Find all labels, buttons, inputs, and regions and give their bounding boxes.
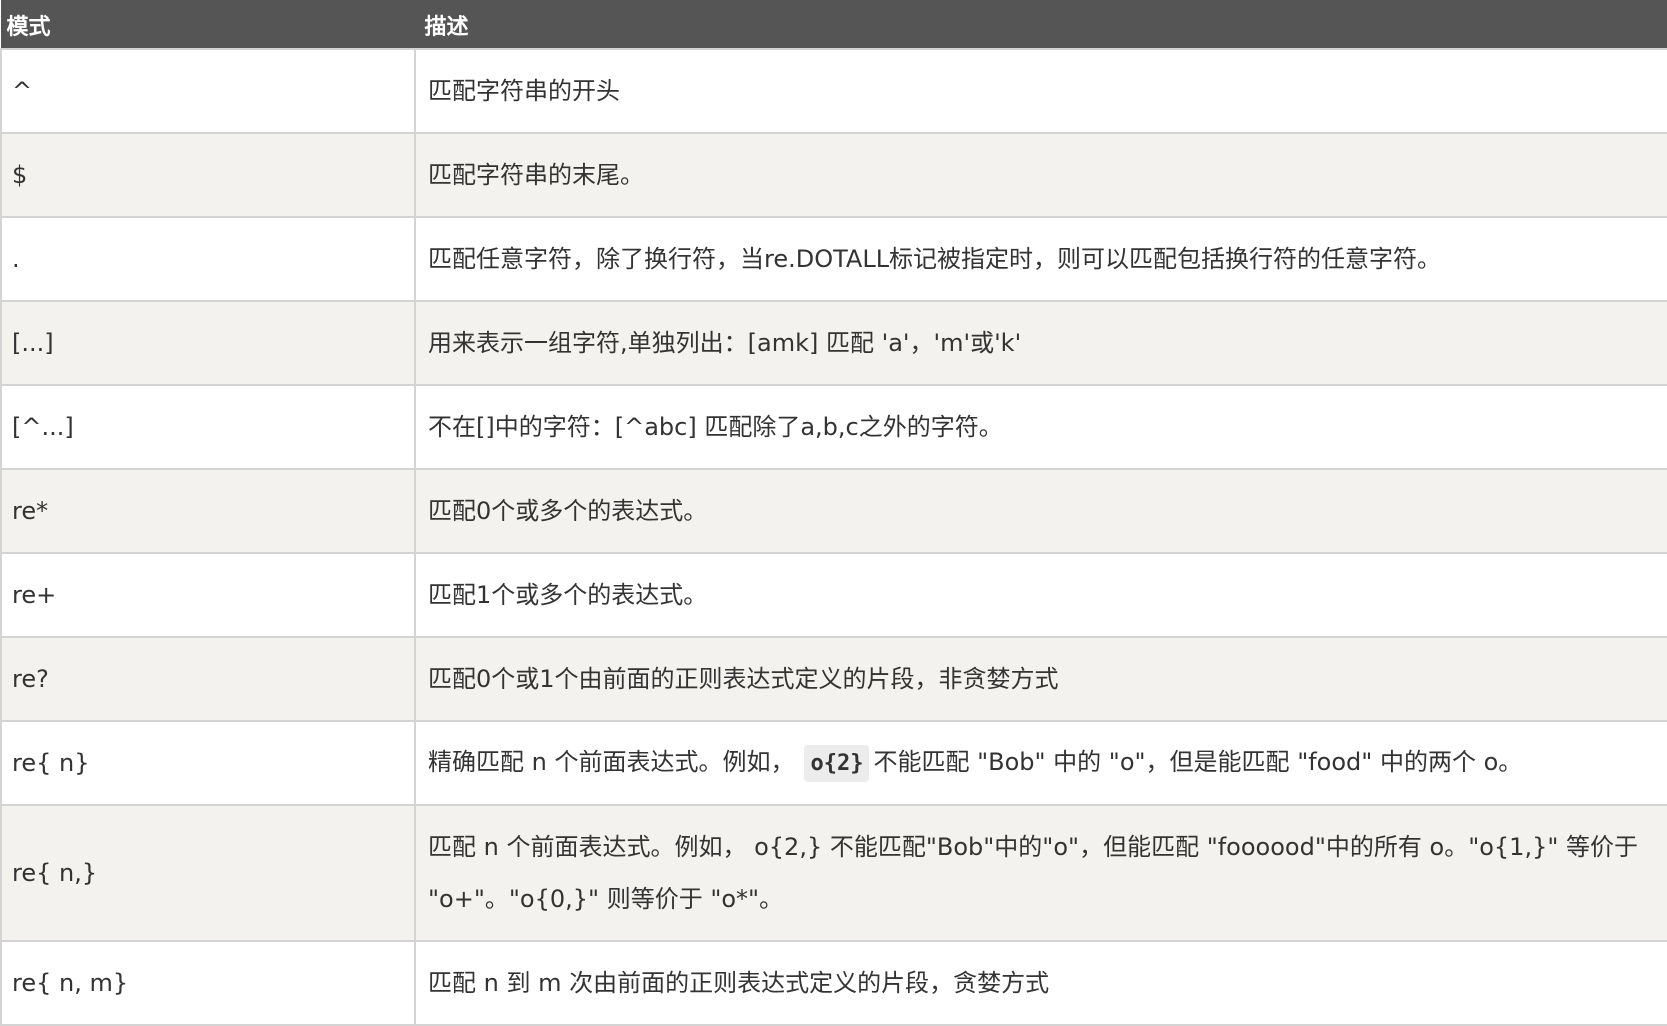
table-row: [^...] 不在[]中的字符：[^abc] 匹配除了a,b,c之外的字符。 bbox=[0, 384, 1667, 470]
pattern-cell: ^ bbox=[0, 48, 416, 134]
pattern-cell: re{ n, m} bbox=[0, 940, 416, 1026]
table-row: $ 匹配字符串的末尾。 bbox=[0, 132, 1667, 218]
table-row: re{ n} 精确匹配 n 个前面表达式。例如， o{2} 不能匹配 "Bob" 中… bbox=[0, 720, 1667, 806]
description-cell: 匹配 n 个前面表达式。例如， o{2,} 不能匹配"Bob"中的"o"，但能匹… bbox=[414, 804, 1667, 942]
table-row: re{ n,} 匹配 n 个前面表达式。例如， o{2,} 不能匹配"Bob"中… bbox=[0, 804, 1667, 942]
description-cell: 匹配 n 到 m 次由前面的正则表达式定义的片段，贪婪方式 bbox=[414, 940, 1667, 1026]
pattern-cell: re? bbox=[0, 636, 416, 722]
description-cell: 不在[]中的字符：[^abc] 匹配除了a,b,c之外的字符。 bbox=[414, 384, 1667, 470]
pattern-cell: re{ n,} bbox=[0, 804, 416, 942]
column-header-pattern: 模式 bbox=[0, 0, 416, 50]
table-row: ^ 匹配字符串的开头 bbox=[0, 48, 1667, 134]
pattern-cell: $ bbox=[0, 132, 416, 218]
description-cell: 匹配字符串的开头 bbox=[414, 48, 1667, 134]
column-header-description: 描述 bbox=[414, 0, 1667, 50]
pattern-cell: re* bbox=[0, 468, 416, 554]
table-header-row: 模式 描述 bbox=[0, 0, 1667, 50]
pattern-cell: . bbox=[0, 216, 416, 302]
pattern-cell: [^...] bbox=[0, 384, 416, 470]
table-row: re* 匹配0个或多个的表达式。 bbox=[0, 468, 1667, 554]
table-row: re{ n, m} 匹配 n 到 m 次由前面的正则表达式定义的片段，贪婪方式 bbox=[0, 940, 1667, 1026]
description-cell: 匹配0个或1个由前面的正则表达式定义的片段，非贪婪方式 bbox=[414, 636, 1667, 722]
table-row: re? 匹配0个或1个由前面的正则表达式定义的片段，非贪婪方式 bbox=[0, 636, 1667, 722]
inline-code-snippet: o{2} bbox=[804, 745, 870, 782]
description-cell: 匹配0个或多个的表达式。 bbox=[414, 468, 1667, 554]
regex-pattern-table: 模式 描述 ^ 匹配字符串的开头 $ 匹配字符串的末尾。 . 匹配任意字符，除了… bbox=[0, 0, 1667, 1026]
description-cell: 匹配1个或多个的表达式。 bbox=[414, 552, 1667, 638]
pattern-cell: re{ n} bbox=[0, 720, 416, 806]
pattern-cell: [...] bbox=[0, 300, 416, 386]
table-row: [...] 用来表示一组字符,单独列出：[amk] 匹配 'a'，'m'或'k' bbox=[0, 300, 1667, 386]
description-cell: 精确匹配 n 个前面表达式。例如， o{2} 不能匹配 "Bob" 中的 "o"，但… bbox=[414, 720, 1667, 806]
description-cell: 用来表示一组字符,单独列出：[amk] 匹配 'a'，'m'或'k' bbox=[414, 300, 1667, 386]
description-text-before: 精确匹配 n 个前面表达式。例如， bbox=[428, 748, 795, 776]
description-cell: 匹配字符串的末尾。 bbox=[414, 132, 1667, 218]
table-row: re+ 匹配1个或多个的表达式。 bbox=[0, 552, 1667, 638]
pattern-cell: re+ bbox=[0, 552, 416, 638]
description-text-after: 不能匹配 "Bob" 中的 "o"，但是能匹配 "food" 中的两个 o。 bbox=[873, 748, 1523, 776]
table-row: . 匹配任意字符，除了换行符，当re.DOTALL标记被指定时，则可以匹配包括换… bbox=[0, 216, 1667, 302]
description-cell: 匹配任意字符，除了换行符，当re.DOTALL标记被指定时，则可以匹配包括换行符… bbox=[414, 216, 1667, 302]
